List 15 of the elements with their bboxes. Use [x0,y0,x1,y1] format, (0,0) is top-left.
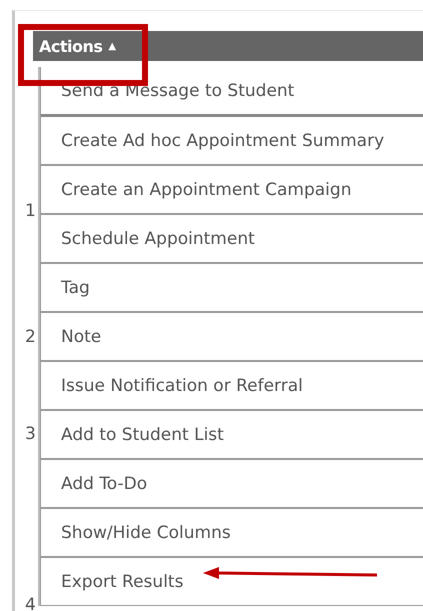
menu-item[interactable]: Schedule Appointment [41,215,423,264]
menu-item[interactable]: Issue Notification or Referral [41,362,423,411]
row-number: 2 [25,327,36,347]
menu-item[interactable]: Add To-Do [41,460,423,509]
menu-item[interactable]: Create Ad hoc Appointment Summary [41,117,423,166]
actions-button[interactable]: Actions ▲ [33,36,122,56]
menu-item[interactable]: Tag [41,264,423,313]
row-number: 1 [25,201,36,221]
menu-item[interactable]: Export Results [41,558,423,605]
row-number: 3 [25,424,36,444]
row-number: 4 [25,595,36,611]
menu-item[interactable]: Note [41,313,423,362]
menu-item[interactable]: Add to Student List [41,411,423,460]
menu-item[interactable]: Create an Appointment Campaign [41,166,423,215]
menu-item[interactable]: Show/Hide Columns [41,509,423,558]
